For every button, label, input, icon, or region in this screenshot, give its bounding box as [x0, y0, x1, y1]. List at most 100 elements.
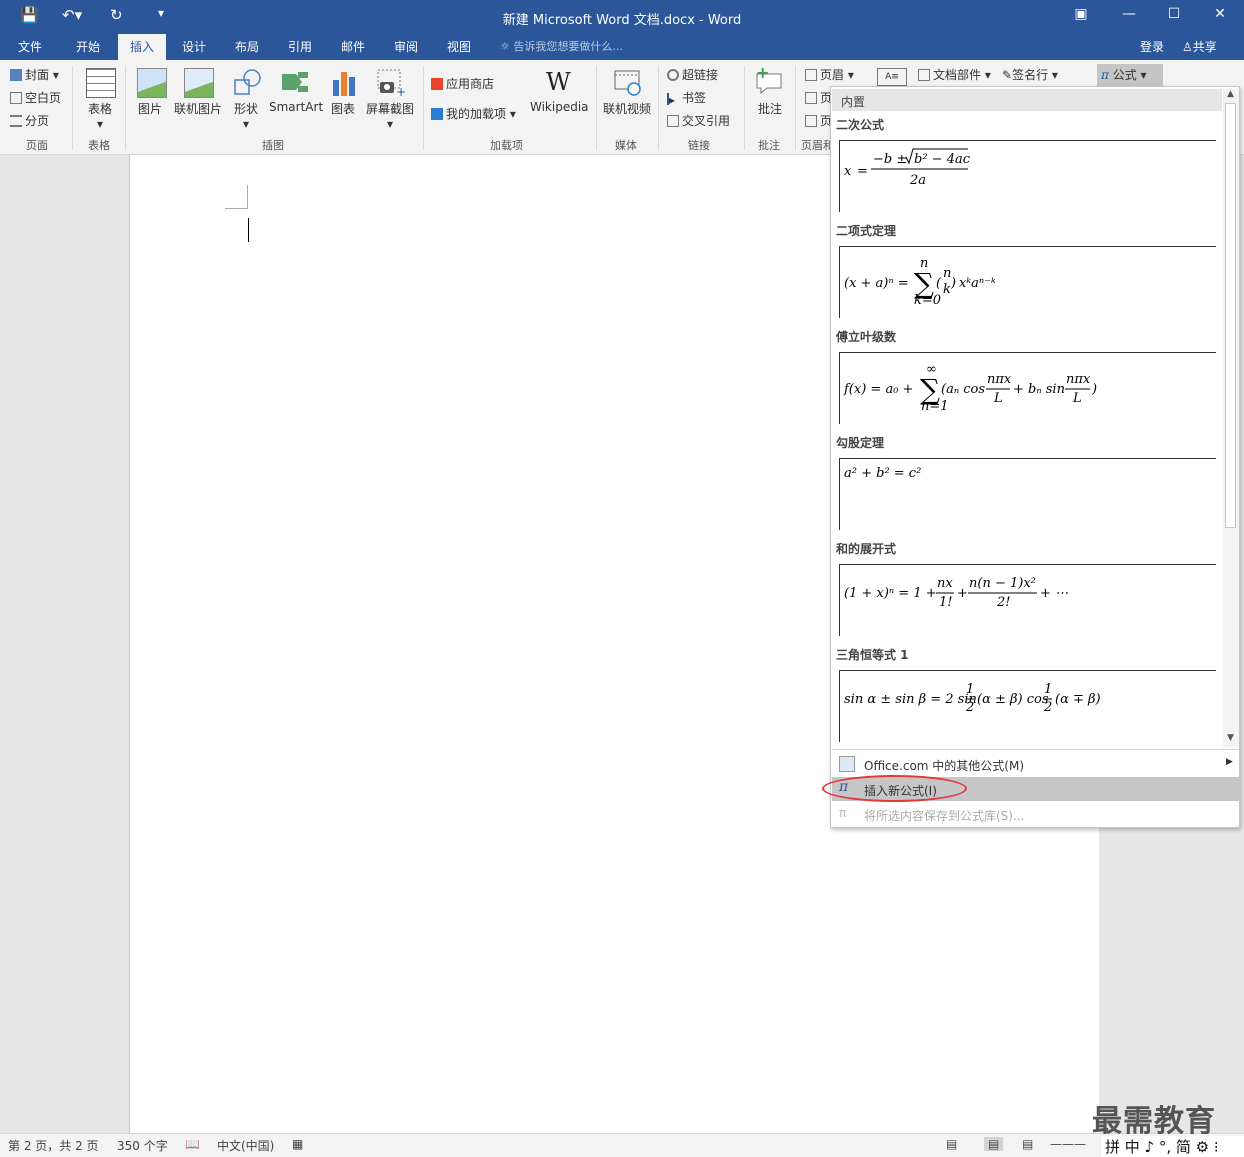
- svg-text:1: 1: [1044, 682, 1052, 697]
- svg-text:nπx: nπx: [1066, 372, 1091, 387]
- tab-home[interactable]: 开始: [76, 38, 100, 55]
- svg-text:−b ±: −b ±: [873, 152, 907, 167]
- hyperlink-button[interactable]: 超链接: [667, 66, 718, 83]
- gallery-section-header: 内置: [832, 89, 1222, 111]
- signature-line-button[interactable]: ✎签名行 ▾: [1002, 66, 1058, 83]
- pictures-button[interactable]: 图片: [138, 100, 162, 117]
- title-bar: 💾 ↶▾ ↻ ▾ 新建 Microsoft Word 文档.docx - Wor…: [0, 0, 1244, 34]
- scroll-up-icon[interactable]: ▲: [1227, 89, 1234, 99]
- svg-text:+: +: [957, 586, 968, 601]
- equation-binomial[interactable]: (x + a)ⁿ = ∑ n k=0 (n k) xᵏaⁿ⁻ᵏ: [839, 246, 1216, 318]
- my-addins-button[interactable]: 我的加载项 ▾: [431, 105, 516, 122]
- svg-text:): ): [950, 276, 956, 291]
- ime-toolbar[interactable]: 拼 中 ♪ °, 简 ⚙ ⁝: [1101, 1136, 1244, 1157]
- svg-text:xᵏaⁿ⁻ᵏ: xᵏaⁿ⁻ᵏ: [959, 276, 996, 291]
- zoom-slider[interactable]: ———: [1050, 1137, 1086, 1151]
- header-label: 页眉: [820, 68, 845, 82]
- more-equations-label: Office.com 中的其他公式(M): [864, 759, 1025, 773]
- tell-me-search[interactable]: ☼ 告诉我您想要做什么...: [500, 38, 623, 54]
- page-number-button[interactable]: 页: [805, 112, 832, 129]
- online-video-button[interactable]: 联机视频: [603, 100, 651, 117]
- group-label-pages: 页面: [26, 139, 48, 152]
- tab-layout[interactable]: 布局: [235, 38, 259, 55]
- group-label-media: 媒体: [615, 139, 637, 152]
- more-equations-office-com[interactable]: Office.com 中的其他公式(M) ▶: [832, 752, 1239, 776]
- equation-fourier[interactable]: f(x) = a₀ + ∑ ∞ n=1 (aₙ cos nπx L + bₙ si…: [839, 352, 1216, 424]
- wikipedia-button[interactable]: Wikipedia: [530, 100, 589, 114]
- cross-reference-icon: [667, 115, 679, 127]
- language-indicator[interactable]: 中文(中国): [217, 1137, 274, 1154]
- gallery-scrollbar[interactable]: ▲ ▼: [1223, 89, 1239, 747]
- shapes-button[interactable]: 形状 ▾: [234, 100, 258, 131]
- minimize-button[interactable]: —: [1114, 6, 1144, 22]
- tab-insert[interactable]: 插入: [118, 34, 167, 60]
- scroll-down-icon[interactable]: ▼: [1227, 733, 1234, 743]
- page-count[interactable]: 第 2 页，共 2 页: [8, 1137, 99, 1154]
- tab-design[interactable]: 设计: [182, 38, 206, 55]
- table-button[interactable]: 表格 ▾: [88, 100, 112, 131]
- tab-view[interactable]: 视图: [447, 38, 471, 55]
- textbox-icon[interactable]: A≡: [877, 68, 907, 86]
- equation-quadratic[interactable]: x = −b ± b² − 4ac 2a: [839, 140, 1216, 212]
- save-selection-label: 将所选内容保存到公式库(S)...: [864, 809, 1025, 823]
- maximize-button[interactable]: ☐: [1159, 6, 1189, 22]
- macro-icon[interactable]: ▦: [292, 1137, 303, 1151]
- ribbon-display-options-icon[interactable]: ▣: [1066, 6, 1096, 22]
- online-video-icon: [613, 68, 643, 98]
- share-button[interactable]: ♙共享: [1182, 38, 1217, 55]
- bookmark-label: 书签: [682, 91, 707, 105]
- expansion-of-sum-graphic: (1 + x)ⁿ = 1 + nx 1! + n(n − 1)x² 2! + ⋯: [844, 576, 1068, 610]
- tab-review[interactable]: 审阅: [394, 38, 418, 55]
- blank-page-button[interactable]: 空白页: [10, 89, 61, 106]
- cross-reference-label: 交叉引用: [682, 114, 731, 128]
- pen-icon: ✎: [1002, 68, 1013, 82]
- read-mode-icon[interactable]: ▤: [946, 1137, 957, 1151]
- hyperlink-label: 超链接: [682, 68, 719, 82]
- online-pictures-button[interactable]: 联机图片: [174, 100, 222, 117]
- cross-reference-button[interactable]: 交叉引用: [667, 112, 730, 129]
- svg-text:(: (: [936, 276, 942, 291]
- svg-text:L: L: [993, 391, 1003, 406]
- word-count[interactable]: 350 个字: [117, 1137, 168, 1154]
- sign-in-link[interactable]: 登录: [1140, 38, 1164, 55]
- web-layout-icon[interactable]: ▤: [1022, 1137, 1033, 1151]
- group-separator: [596, 66, 597, 150]
- quick-parts-icon: [918, 69, 930, 81]
- svg-text:1: 1: [966, 682, 974, 697]
- new-comment-button[interactable]: 批注: [758, 100, 782, 117]
- cover-page-button[interactable]: 封面 ▾: [10, 66, 59, 83]
- svg-text:x: x: [844, 164, 852, 179]
- submenu-arrow-icon: ▶: [1226, 757, 1233, 767]
- quick-parts-button[interactable]: 文档部件 ▾: [918, 66, 991, 83]
- equation-expansion-of-sum[interactable]: (1 + x)ⁿ = 1 + nx 1! + n(n − 1)x² 2! + ⋯: [839, 564, 1216, 636]
- equation-button[interactable]: π 公式 ▾: [1097, 64, 1163, 86]
- comment-icon: +: [755, 63, 785, 96]
- scrollbar-thumb[interactable]: [1225, 103, 1236, 528]
- pi-icon: π: [1101, 68, 1109, 82]
- chart-button[interactable]: 图表: [331, 100, 355, 117]
- page-break-button[interactable]: 分页: [10, 112, 49, 129]
- svg-text:k=0: k=0: [914, 293, 941, 308]
- proofing-icon[interactable]: 📖: [185, 1137, 200, 1151]
- print-layout-icon[interactable]: ▤: [984, 1137, 1004, 1151]
- wikipedia-icon: W: [546, 68, 571, 96]
- footer-button[interactable]: 页: [805, 89, 832, 106]
- store-button[interactable]: 应用商店: [431, 75, 494, 92]
- equation-trig-identity[interactable]: sin α ± sin β = 2 sin 12 (α ± β) cos 12 …: [839, 670, 1216, 742]
- header-button[interactable]: 页眉 ▾: [805, 66, 854, 83]
- equation-pythagorean[interactable]: a² + b² = c²: [839, 458, 1216, 530]
- page-break-icon: [10, 115, 22, 127]
- screenshot-button[interactable]: 屏幕截图 ▾: [366, 100, 414, 131]
- tab-mailings[interactable]: 邮件: [341, 38, 365, 55]
- save-selection-to-gallery: π 将所选内容保存到公式库(S)...: [832, 802, 1239, 826]
- tab-references[interactable]: 引用: [288, 38, 312, 55]
- bookmark-button[interactable]: ▸ 书签: [667, 89, 707, 107]
- my-addins-label: 我的加载项: [446, 107, 507, 121]
- equation-label-quadratic: 二次公式: [836, 118, 885, 132]
- smartart-button[interactable]: SmartArt: [269, 100, 323, 114]
- trig-identity-graphic: sin α ± sin β = 2 sin 12 (α ± β) cos 12 …: [844, 682, 1101, 715]
- store-icon: [431, 78, 443, 90]
- chart-icon: [330, 68, 360, 98]
- tab-file[interactable]: 文件: [18, 38, 42, 55]
- close-button[interactable]: ✕: [1205, 6, 1235, 22]
